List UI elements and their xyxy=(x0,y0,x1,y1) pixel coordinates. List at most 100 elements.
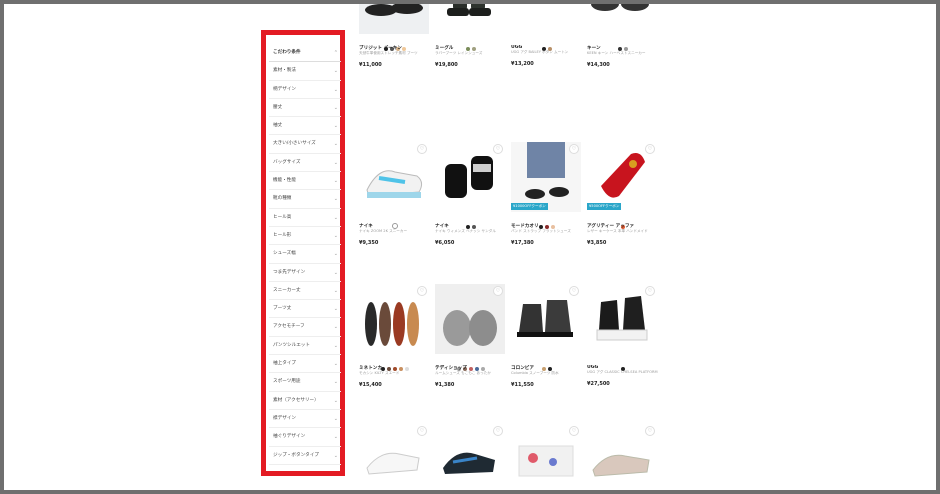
filter-item[interactable]: アクセモチーフ ⌄ xyxy=(269,318,341,337)
product-card[interactable]: ♡UGGUGG アグ BAILEY ボタン ムートン¥13,200 xyxy=(511,4,583,67)
product-price: ¥11,550 xyxy=(511,382,534,388)
chevron-down-icon: ⌄ xyxy=(333,452,338,459)
filter-item-label: シューズ幅 xyxy=(273,251,296,257)
filter-item-label: パンツシルエット xyxy=(273,342,310,348)
product-desc: UGG アグ BAILEY ボタン ムートン xyxy=(511,50,569,54)
product-card[interactable]: ♡ xyxy=(435,424,507,490)
filter-item[interactable]: 靴の種類 ⌄ xyxy=(269,190,341,209)
filter-item[interactable]: 柄デザイン ⌄ xyxy=(269,81,341,99)
product-card[interactable]: ♡ ¥500OFFクーポン アグリティー アッファ レザー キーケース 本革 ハンドメ… xyxy=(587,142,659,246)
product-card[interactable]: ♡ミーグルラバーブーツ レインシューズ¥19,800 xyxy=(435,4,507,68)
product-card[interactable]: ♡ UGG UGG アグ CLASSIC CHELSEA PLATFORM ¥27,5… xyxy=(587,284,659,387)
filter-item-label: つま先デザイン xyxy=(273,269,306,275)
chevron-up-icon: ⌃ xyxy=(333,50,338,56)
color-swatches xyxy=(435,356,507,371)
heart-icon[interactable]: ♡ xyxy=(645,286,655,296)
filter-item[interactable]: ヒール高 ⌄ xyxy=(269,209,341,227)
filter-item-label: 素材（アクセサリー） xyxy=(273,397,319,403)
heart-icon[interactable]: ♡ xyxy=(417,286,427,296)
product-card[interactable]: ♡ ナイキ ナイキ ウィメンズ ベナッシ サンダル ¥6,050 xyxy=(435,142,507,246)
product-card[interactable]: ♡ブリジット バーキン天然牛革使用ストレッチ素材 ブーツ¥11,000 xyxy=(359,4,431,68)
filter-item[interactable]: ジップ・ボタンタイプ ⌄ xyxy=(269,447,341,465)
filter-item[interactable]: 袖上タイプ ⌄ xyxy=(269,355,341,374)
product-image[interactable]: ♡ xyxy=(435,4,505,34)
filter-item[interactable]: 袖ぐりデザイン ⌄ xyxy=(269,428,341,447)
product-card[interactable]: ♡ ナイキ ナイキ ZOOM 2K スニーカー ¥9,350 xyxy=(359,142,431,246)
product-image[interactable]: ♡ xyxy=(435,424,505,490)
filter-item[interactable]: つま先デザイン ⌄ xyxy=(269,264,341,282)
product-image[interactable]: ♡ xyxy=(587,4,657,34)
product-card[interactable]: ♡ テディショップ ルームシューズ もこもこ あったか ¥1,380 xyxy=(435,284,507,388)
color-swatches xyxy=(435,214,507,229)
heart-icon[interactable]: ♡ xyxy=(569,426,579,436)
product-card[interactable]: ♡ xyxy=(587,424,659,490)
filter-item[interactable]: シューズ幅 ⌄ xyxy=(269,245,341,264)
heart-icon[interactable]: ♡ xyxy=(493,426,503,436)
product-image[interactable]: ♡ xyxy=(511,424,581,490)
product-desc: ナイキ ウィメンズ ベナッシ サンダル xyxy=(435,229,496,233)
product-image[interactable]: ♡ ¥1000OFFクーポン xyxy=(511,142,581,212)
chevron-down-icon: ⌄ xyxy=(333,232,338,239)
filter-item-label: 靴の種類 xyxy=(273,196,292,202)
product-card[interactable]: ♡キーンKEEN キーン ハーベストスニーカー¥14,300 xyxy=(587,4,659,68)
filter-item[interactable]: 素材・製法 ⌄ xyxy=(269,62,341,81)
product-image[interactable]: ♡ xyxy=(359,424,429,490)
product-image[interactable]: ♡ xyxy=(359,142,429,212)
filter-item-label: 襟デザイン xyxy=(273,415,296,421)
coupon-badge: ¥1000OFFクーポン xyxy=(511,203,548,210)
filter-item-label: ヒール高 xyxy=(273,214,292,220)
color-swatch[interactable] xyxy=(405,367,409,371)
product-image[interactable]: ♡ xyxy=(359,284,429,354)
product-card[interactable]: ♡ xyxy=(511,424,583,490)
filter-item-label: アクセモチーフ xyxy=(273,324,305,330)
product-image[interactable]: ♡ xyxy=(511,284,581,354)
product-image[interactable]: ♡ xyxy=(587,284,657,354)
chevron-down-icon: ⌄ xyxy=(333,178,338,185)
product-image[interactable]: ♡ xyxy=(435,284,505,354)
product-card[interactable]: ♡ コロンビア Columbia スノーブーツ 防水 ¥11,550 xyxy=(511,284,583,388)
heart-icon[interactable]: ♡ xyxy=(645,144,655,154)
product-desc: ルームシューズ もこもこ あったか xyxy=(435,371,491,375)
color-swatches xyxy=(359,356,431,371)
heart-icon[interactable]: ♡ xyxy=(493,144,503,154)
heart-icon[interactable]: ♡ xyxy=(417,144,427,154)
filter-item[interactable]: 大きい/小さいサイズ ⌄ xyxy=(269,135,341,154)
filter-item[interactable]: スポーツ用途 ⌄ xyxy=(269,373,341,392)
product-image-art xyxy=(359,4,429,34)
product-price: ¥11,000 xyxy=(359,62,382,68)
product-desc: ナイキ ZOOM 2K スニーカー xyxy=(359,229,408,233)
heart-icon[interactable]: ♡ xyxy=(569,144,579,154)
filter-item[interactable]: ヒール形 ⌄ xyxy=(269,227,341,246)
filter-header[interactable]: こだわり条件 ⌃ xyxy=(269,44,341,63)
product-price: ¥13,200 xyxy=(511,61,534,67)
product-image[interactable]: ♡ xyxy=(435,142,505,212)
heart-icon[interactable]: ♡ xyxy=(417,426,427,436)
product-image[interactable]: ♡ xyxy=(359,4,429,34)
filter-item[interactable]: 素材（アクセサリー） ⌄ xyxy=(269,392,341,410)
product-image[interactable]: ♡ xyxy=(511,4,581,34)
product-image[interactable]: ♡ xyxy=(587,424,657,490)
chevron-down-icon: ⌄ xyxy=(333,141,338,148)
product-card[interactable]: ♡ ¥1000OFFクーポン モードカオリ バンド ストラップ フラットシューズ ¥17… xyxy=(511,142,583,246)
filter-item[interactable]: 機能・性能 ⌄ xyxy=(269,172,341,191)
product-card[interactable]: ♡ ミネトンカ モカシン KILTY スエード ¥15,400 xyxy=(359,284,431,388)
heart-icon[interactable]: ♡ xyxy=(569,286,579,296)
filter-item[interactable]: 腰丈 ⌄ xyxy=(269,99,341,118)
product-desc: UGG アグ CLASSIC CHELSEA PLATFORM xyxy=(587,370,658,374)
filter-item[interactable]: パンツシルエット ⌄ xyxy=(269,337,341,356)
filter-item[interactable]: 襟デザイン ⌄ xyxy=(269,410,341,429)
filter-item[interactable]: バッグサイズ ⌄ xyxy=(269,154,341,173)
color-swatches xyxy=(359,36,431,51)
color-swatches xyxy=(587,36,659,51)
filter-item[interactable]: 袖丈 ⌄ xyxy=(269,117,341,136)
filter-item-label: 素材・製法 xyxy=(273,68,296,74)
product-card[interactable]: ♡ xyxy=(359,424,431,490)
heart-icon[interactable]: ♡ xyxy=(493,286,503,296)
filter-item[interactable]: ブーツ丈 ⌄ xyxy=(269,300,341,319)
product-desc: レザー キーケース 本革 ハンドメイド xyxy=(587,229,648,233)
filter-item[interactable]: スニーカー丈 ⌄ xyxy=(269,282,341,301)
product-image[interactable]: ♡ ¥500OFFクーポン xyxy=(587,142,657,212)
chevron-down-icon: ⌄ xyxy=(333,86,338,93)
color-swatch[interactable] xyxy=(399,367,403,371)
heart-icon[interactable]: ♡ xyxy=(645,426,655,436)
